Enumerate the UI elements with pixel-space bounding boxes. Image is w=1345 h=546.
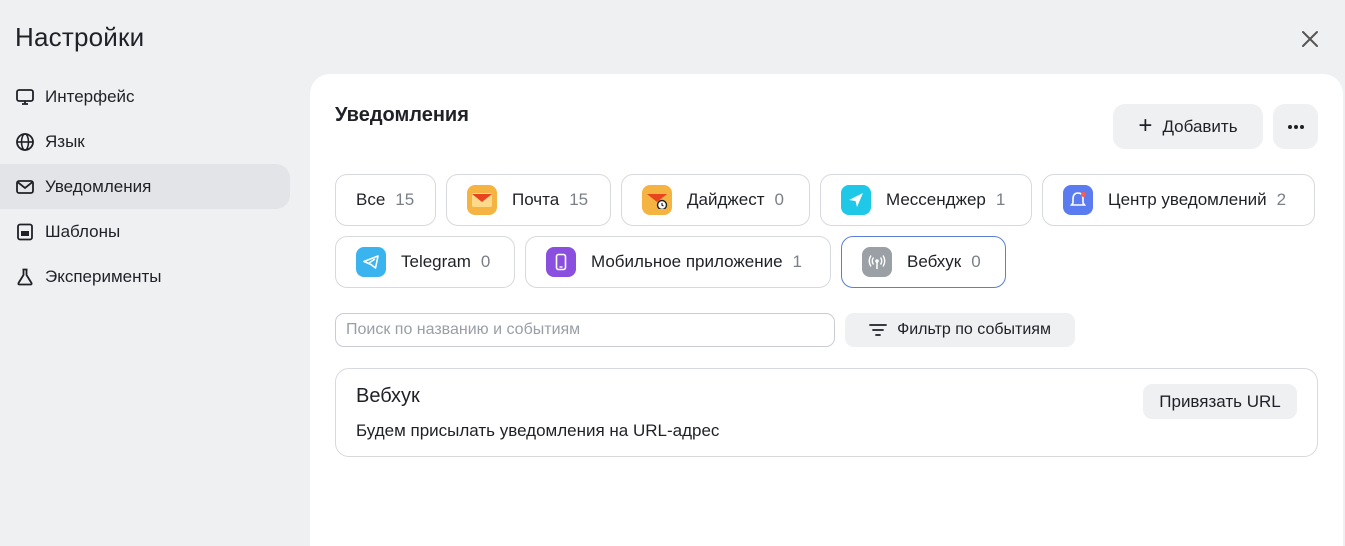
chip-label: Почта — [512, 190, 560, 209]
add-button-label: Добавить — [1162, 116, 1238, 136]
channel-chip-telegram[interactable]: Telegram 0 — [335, 236, 515, 288]
section-title: Уведомления — [335, 104, 469, 126]
plus-icon: + — [1138, 111, 1153, 139]
mail-icon — [15, 177, 35, 197]
sidebar-item-interface[interactable]: Интерфейс — [0, 74, 290, 119]
chip-label: Все — [356, 190, 386, 209]
flask-icon — [15, 267, 35, 287]
sidebar-item-notifications[interactable]: Уведомления — [0, 164, 290, 209]
webhook-card: Вебхук Будем присылать уведомления на UR… — [335, 368, 1318, 457]
chip-count: 15 — [395, 190, 415, 209]
sidebar-item-templates[interactable]: Шаблоны — [0, 209, 290, 254]
filter-icon — [869, 323, 887, 337]
phone-icon — [546, 247, 576, 277]
close-button[interactable] — [1296, 25, 1324, 53]
chip-count: 0 — [971, 252, 981, 271]
channel-chip-notification-center[interactable]: Центр уведомлений 2 — [1042, 174, 1315, 226]
sidebar: Интерфейс Язык Уведомления Шаблоны Экспе… — [0, 74, 290, 299]
close-icon — [1302, 31, 1318, 47]
search-input[interactable] — [335, 313, 835, 347]
more-dots-icon — [1287, 124, 1304, 129]
notifications-panel: Уведомления + Добавить Все 15 Почта 15 Д… — [310, 74, 1343, 546]
channel-chip-all[interactable]: Все 15 — [335, 174, 436, 226]
messenger-icon — [841, 185, 871, 215]
channel-chip-mail[interactable]: Почта 15 — [446, 174, 611, 226]
filter-button-label: Фильтр по событиям — [897, 321, 1051, 338]
monitor-icon — [15, 87, 35, 107]
template-icon — [15, 222, 35, 242]
chip-label: Telegram — [401, 252, 471, 271]
filter-button[interactable]: Фильтр по событиям — [845, 313, 1075, 347]
chip-label: Мобильное приложение — [591, 252, 783, 271]
add-button[interactable]: + Добавить — [1113, 104, 1263, 149]
chip-label: Центр уведомлений — [1108, 190, 1267, 209]
more-button[interactable] — [1273, 104, 1318, 149]
digest-icon — [642, 185, 672, 215]
chip-label: Мессенджер — [886, 190, 986, 209]
chip-count: 0 — [774, 190, 784, 209]
sidebar-item-label: Уведомления — [45, 176, 152, 196]
chip-count: 2 — [1276, 190, 1287, 209]
globe-icon — [15, 132, 35, 152]
sidebar-item-label: Интерфейс — [45, 86, 135, 106]
mail-envelope-icon — [467, 185, 497, 215]
chip-label: Вебхук — [907, 252, 962, 271]
channel-chip-messenger[interactable]: Мессенджер 1 — [820, 174, 1032, 226]
bell-icon — [1063, 185, 1093, 215]
sidebar-item-label: Эксперименты — [45, 266, 162, 286]
sidebar-item-label: Шаблоны — [45, 221, 121, 241]
channel-chip-mobile-app[interactable]: Мобильное приложение 1 — [525, 236, 831, 288]
sidebar-item-language[interactable]: Язык — [0, 119, 290, 164]
channel-chip-webhook[interactable]: Вебхук 0 — [841, 236, 1006, 288]
sidebar-item-label: Язык — [45, 131, 85, 151]
page-title: Настройки — [15, 22, 145, 52]
chip-count: 0 — [480, 252, 491, 271]
chip-label: Дайджест — [687, 190, 765, 209]
chip-count: 1 — [792, 252, 803, 271]
card-description: Будем присылать уведомления на URL-адрес — [356, 421, 720, 440]
chip-count: 1 — [995, 190, 1006, 209]
telegram-icon — [356, 247, 386, 277]
sidebar-item-experiments[interactable]: Эксперименты — [0, 254, 290, 299]
webhook-icon — [862, 247, 892, 277]
bind-url-button[interactable]: Привязать URL — [1143, 384, 1297, 419]
card-title: Вебхук — [356, 385, 420, 407]
chip-count: 15 — [569, 190, 589, 209]
channel-chip-digest[interactable]: Дайджест 0 — [621, 174, 810, 226]
